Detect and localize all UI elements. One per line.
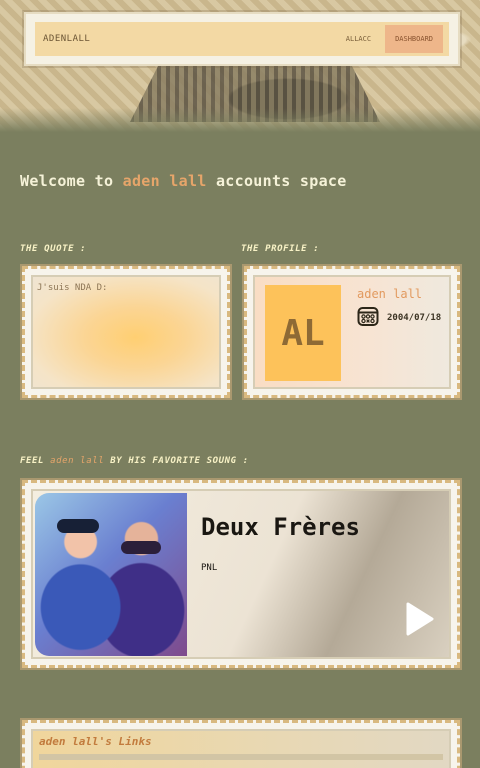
profile-name: aden lall <box>357 287 423 301</box>
navbar: ADENLALL ALLACC DASHBOARD <box>35 22 449 56</box>
cover-sunglasses-right <box>121 541 161 554</box>
welcome-name: aden lall <box>122 172 207 190</box>
nav-brand[interactable]: ADENLALL <box>43 34 332 44</box>
quote-section-label: THE QUOTE : <box>20 244 87 254</box>
profile-section-label: THE PROFILE : <box>241 244 320 254</box>
links-divider <box>39 754 443 760</box>
avatar: AL <box>265 285 341 381</box>
nav-link-dashboard[interactable]: DASHBOARD <box>385 25 443 53</box>
song-card-body: Deux Frères PNL <box>31 489 451 659</box>
profile-card: AL aden lall 2004/07/18 <box>242 264 462 400</box>
nav-link-allacc[interactable]: ALLACC <box>332 25 385 53</box>
song-label-name: aden lall <box>50 456 105 466</box>
cover-sunglasses-left <box>57 519 99 533</box>
calendar-icon <box>357 305 379 331</box>
play-icon <box>406 602 434 636</box>
song-label-suffix: BY HIS FAVORITE SOUNG : <box>104 456 249 466</box>
banner-fade <box>0 108 480 132</box>
links-card-body: aden lall's Links <box>31 729 451 768</box>
quote-card: J'suis NDA D: <box>20 264 232 400</box>
album-cover-image <box>35 493 187 656</box>
welcome-suffix: accounts space <box>206 172 347 190</box>
links-title: aden lall's Links <box>39 735 152 748</box>
profile-card-body: AL aden lall 2004/07/18 <box>253 275 451 389</box>
welcome-heading: Welcome to aden lall accounts space <box>20 172 347 190</box>
navbar-frame: ADENLALL ALLACC DASHBOARD <box>24 12 460 66</box>
song-label-prefix: FEEL <box>20 456 51 466</box>
song-title: Deux Frères <box>201 513 360 541</box>
quote-card-body: J'suis NDA D: <box>31 275 221 389</box>
welcome-prefix: Welcome to <box>20 172 123 190</box>
quote-text: J'suis NDA D: <box>37 283 108 293</box>
profile-date: 2004/07/18 <box>387 313 442 323</box>
play-button[interactable] <box>403 601 435 637</box>
song-section-label: FEEL aden lall BY HIS FAVORITE SOUNG : <box>20 456 249 466</box>
song-card: Deux Frères PNL <box>20 478 462 670</box>
profile-birthdate: 2004/07/18 <box>357 305 441 331</box>
song-artist: PNL <box>201 563 218 573</box>
links-card: aden lall's Links <box>20 718 462 768</box>
